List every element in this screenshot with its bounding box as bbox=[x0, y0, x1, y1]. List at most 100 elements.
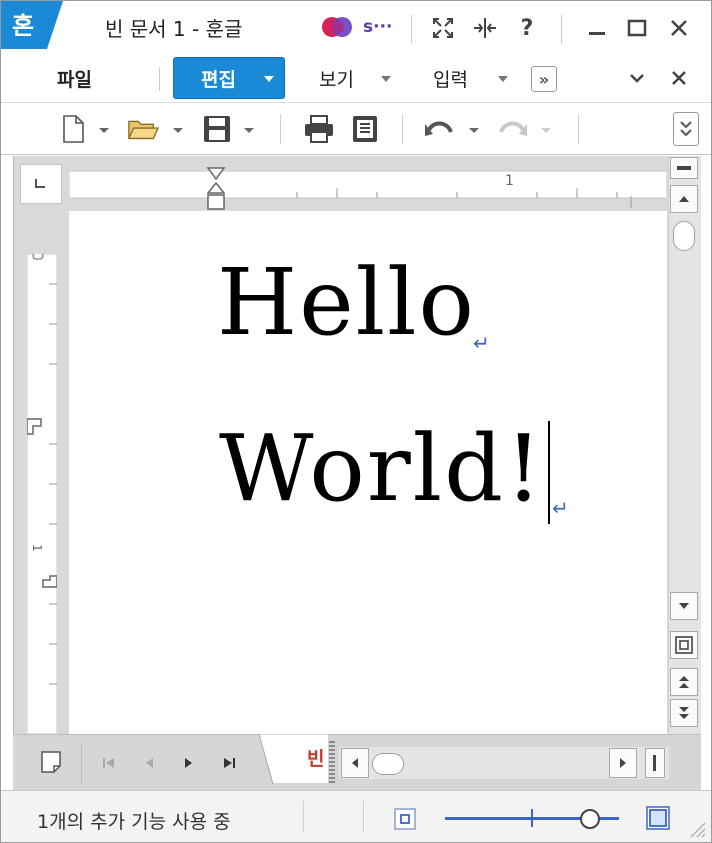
split-handle-button[interactable] bbox=[670, 157, 698, 179]
first-tab-button[interactable] bbox=[97, 751, 121, 775]
triangle-right-icon bbox=[620, 758, 626, 768]
zoom-in-button[interactable] bbox=[645, 805, 671, 835]
svg-text:혼: 혼 bbox=[12, 12, 34, 40]
text-cursor bbox=[548, 421, 550, 524]
ribbon-collapse-button[interactable] bbox=[623, 63, 651, 93]
window-title: 빈 문서 1 - 훈글 bbox=[105, 17, 243, 41]
preview-button[interactable] bbox=[349, 114, 381, 144]
double-chevron-down-icon bbox=[680, 121, 692, 137]
scroll-down-button[interactable] bbox=[670, 592, 698, 620]
redo-chevron-down-icon[interactable] bbox=[541, 128, 551, 133]
next-page-button[interactable] bbox=[670, 699, 698, 727]
indent-marker-icon[interactable] bbox=[205, 165, 227, 217]
title-divider bbox=[411, 15, 412, 43]
document-close-button[interactable] bbox=[665, 63, 693, 93]
document-line-2[interactable]: World! bbox=[219, 415, 544, 522]
tab-left-icon bbox=[35, 179, 45, 188]
fullscreen-icon bbox=[433, 18, 453, 38]
redo-button[interactable] bbox=[497, 114, 529, 144]
menu-insert[interactable]: 입력 bbox=[433, 65, 468, 92]
save-chevron-down-icon[interactable] bbox=[244, 128, 254, 133]
tab-split-handle[interactable] bbox=[329, 741, 335, 785]
vertical-scroll-thumb[interactable] bbox=[673, 221, 695, 251]
open-chevron-down-icon[interactable] bbox=[173, 128, 183, 133]
account-name[interactable]: s··· bbox=[363, 17, 393, 37]
new-document-chevron-down-icon[interactable] bbox=[99, 128, 109, 133]
double-triangle-up-icon bbox=[679, 676, 689, 688]
document-line-1[interactable]: Hello bbox=[217, 249, 476, 356]
menu-insert-chevron-down-icon bbox=[498, 76, 508, 82]
status-divider-2 bbox=[363, 801, 364, 833]
menu-view[interactable]: 보기 bbox=[319, 65, 354, 92]
save-icon bbox=[204, 116, 230, 142]
menu-edit-chevron-down-icon bbox=[264, 76, 274, 82]
scroll-right-button[interactable] bbox=[609, 748, 637, 778]
page-view-button[interactable] bbox=[670, 631, 698, 659]
menu-more-button[interactable]: » bbox=[531, 66, 557, 92]
status-message[interactable]: 1개의 추가 기능 사용 중 bbox=[37, 807, 231, 834]
split-handle-icon bbox=[677, 166, 691, 170]
close-button[interactable] bbox=[665, 13, 693, 43]
help-button[interactable]: ? bbox=[513, 13, 541, 43]
save-button[interactable] bbox=[201, 114, 233, 144]
undo-button[interactable] bbox=[423, 114, 455, 144]
app-logo-icon[interactable]: 혼 bbox=[1, 1, 63, 49]
new-document-button[interactable] bbox=[57, 114, 89, 144]
chevron-down-icon bbox=[630, 74, 644, 83]
previous-page-button[interactable] bbox=[670, 668, 698, 696]
previous-tab-button[interactable] bbox=[137, 751, 161, 775]
scroll-up-button[interactable] bbox=[670, 185, 698, 213]
split-view-button[interactable] bbox=[471, 13, 499, 43]
tab-strip-divider bbox=[81, 743, 82, 783]
first-tab-icon bbox=[103, 758, 114, 768]
zoom-slider-thumb[interactable] bbox=[580, 809, 600, 829]
new-document-icon bbox=[63, 115, 84, 143]
split-view-icon bbox=[474, 18, 496, 38]
menu-view-chevron-down-icon bbox=[381, 76, 391, 82]
menu-divider bbox=[159, 67, 160, 91]
ruler-mark: 1 bbox=[505, 173, 514, 189]
toolbar-divider bbox=[280, 114, 281, 144]
scroll-left-button[interactable] bbox=[341, 748, 369, 778]
zoom-out-button[interactable] bbox=[393, 807, 417, 835]
close-icon bbox=[672, 71, 686, 85]
horizontal-scroll-thumb[interactable] bbox=[372, 753, 404, 775]
status-divider bbox=[303, 801, 304, 833]
split-bar-icon bbox=[653, 755, 656, 771]
horizontal-split-button[interactable] bbox=[645, 748, 665, 778]
redo-icon bbox=[499, 121, 527, 136]
paragraph-mark-icon-2: ↵ bbox=[552, 496, 569, 520]
account-avatar-icon[interactable] bbox=[321, 14, 361, 46]
zoom-out-icon bbox=[394, 808, 416, 830]
toolbar-divider-2 bbox=[402, 114, 403, 144]
open-button[interactable] bbox=[127, 114, 159, 144]
resize-grip-icon[interactable] bbox=[685, 817, 707, 842]
triangle-down-icon bbox=[679, 603, 689, 609]
app-window: 혼 빈 문서 1 - 훈글 s··· ? 파일 편집 보기 입력 » 1 1 H… bbox=[0, 0, 712, 843]
maximize-icon bbox=[627, 19, 647, 37]
maximize-button[interactable] bbox=[623, 13, 651, 43]
fullscreen-button[interactable] bbox=[429, 13, 457, 43]
undo-icon bbox=[425, 121, 453, 136]
page-view-icon bbox=[675, 636, 693, 654]
document-tab-label: 빈 bbox=[307, 748, 323, 770]
double-triangle-down-icon bbox=[679, 707, 689, 719]
vertical-ruler-mark: 1 bbox=[29, 544, 44, 552]
folder-open-icon bbox=[127, 120, 159, 140]
horizontal-ruler[interactable] bbox=[68, 168, 668, 210]
menu-file[interactable]: 파일 bbox=[57, 65, 92, 92]
undo-chevron-down-icon[interactable] bbox=[469, 128, 479, 133]
last-tab-icon bbox=[224, 758, 235, 768]
next-tab-button[interactable] bbox=[177, 751, 201, 775]
preview-icon bbox=[353, 116, 377, 142]
close-icon bbox=[671, 20, 687, 36]
minimize-button[interactable] bbox=[583, 13, 611, 43]
new-tab-button[interactable] bbox=[39, 750, 63, 774]
last-tab-button[interactable] bbox=[217, 751, 241, 775]
triangle-left-icon bbox=[146, 758, 153, 768]
toolbar-expand-button[interactable] bbox=[673, 112, 699, 146]
tab-stop-selector[interactable] bbox=[20, 164, 62, 204]
print-button[interactable] bbox=[303, 114, 335, 144]
toolbar-divider-3 bbox=[578, 114, 579, 144]
vertical-ruler[interactable] bbox=[26, 252, 58, 735]
